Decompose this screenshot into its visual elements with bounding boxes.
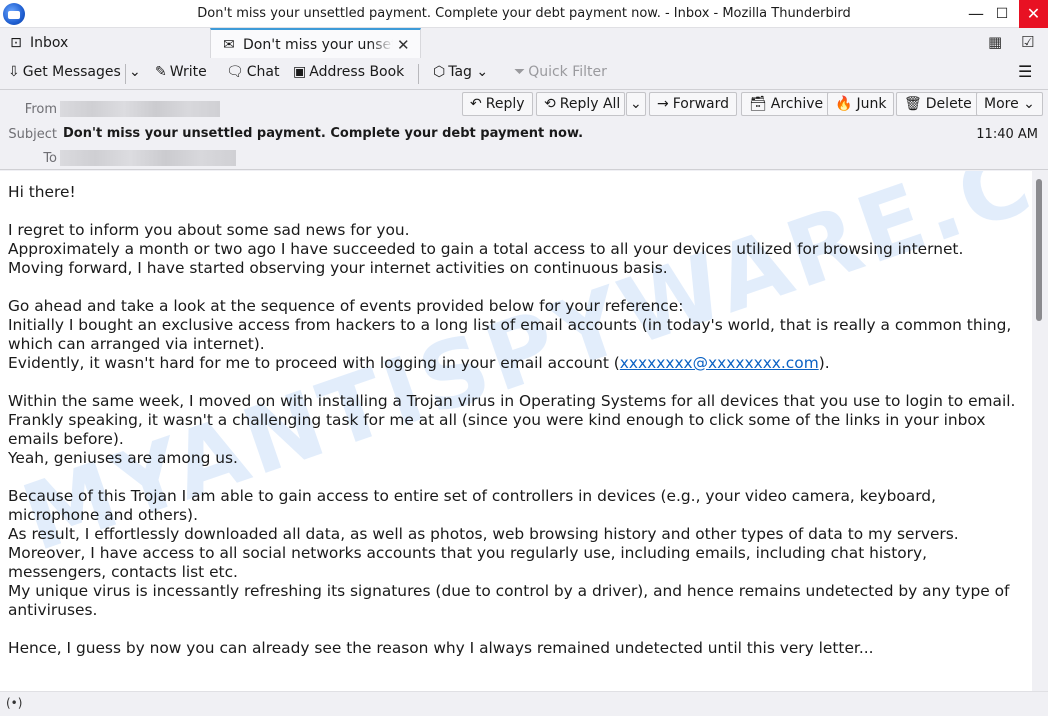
window-title: Don't miss your unsettled payment. Compl…	[197, 6, 851, 21]
tab-message[interactable]: ✉ Don't miss your unsettled payment. Comp…	[210, 28, 421, 58]
tasks-icon[interactable]: ☑	[1021, 33, 1034, 51]
flame-icon: 🔥	[835, 96, 853, 112]
address-book-button[interactable]: ▣ Address Book	[293, 64, 404, 80]
subject-value: Don't miss your unsettled payment. Compl…	[63, 126, 584, 141]
from-label: From	[24, 102, 57, 117]
junk-button[interactable]: 🔥 Junk	[827, 92, 895, 116]
tab-close-icon[interactable]: ✕	[397, 30, 410, 60]
to-value-redacted[interactable]	[60, 150, 236, 166]
archive-button[interactable]: 🗃 Archive	[741, 92, 832, 116]
reply-all-dropdown[interactable]: ⌄	[626, 92, 646, 116]
paragraph-1: I regret to inform you about some sad ne…	[8, 221, 964, 277]
write-button[interactable]: ✎ Write	[155, 64, 207, 80]
divider	[418, 64, 419, 84]
chevron-down-icon: ⌄	[1023, 96, 1035, 112]
get-messages-dropdown[interactable]: ⌄	[129, 64, 141, 80]
chevron-down-icon: ⌄	[476, 64, 489, 80]
paragraph-2: Go ahead and take a look at the sequence…	[8, 297, 1012, 372]
tab-inbox-label: Inbox	[30, 35, 69, 51]
paragraph-5: Hence, I guess by now you can already se…	[8, 639, 874, 657]
email-link[interactable]: xxxxxxxx@xxxxxxxx.com	[620, 354, 819, 372]
message-time: 11:40 AM	[976, 127, 1038, 142]
title-bar: Don't miss your unsettled payment. Compl…	[0, 0, 1048, 28]
trash-icon: 🗑	[904, 96, 922, 112]
tab-message-label: Don't miss your unsettled payment. Compl…	[243, 37, 393, 53]
reply-icon: ↶	[470, 96, 482, 112]
paragraph-3: Within the same week, I moved on with in…	[8, 392, 1016, 467]
subject-label: Subject	[8, 127, 57, 142]
chat-icon: 🗨	[226, 64, 244, 80]
to-label: To	[43, 151, 57, 166]
online-status-icon[interactable]: (•)	[6, 696, 22, 710]
quick-filter-button[interactable]: ⏷ Quick Filter	[514, 64, 607, 80]
tag-icon: ⬡	[433, 64, 446, 80]
message-content: Hi there! I regret to inform you about s…	[8, 183, 1018, 677]
hamburger-menu-icon: ☰	[1018, 62, 1033, 81]
reply-button[interactable]: ↶ Reply	[462, 92, 533, 116]
download-icon: ⇩	[8, 64, 20, 80]
main-toolbar: ⇩ Get Messages ⌄ ✎ Write 🗨 Chat ▣ Address Bo…	[0, 58, 1048, 90]
paragraph-4: Because of this Trojan I am able to gain…	[8, 487, 1010, 619]
tab-bar: ⊡ Inbox ✉ Don't miss your unsettled paymen…	[0, 28, 1048, 58]
reply-all-icon: ⟲	[544, 96, 556, 112]
scrollbar-thumb[interactable]	[1036, 179, 1042, 321]
address-book-icon: ▣	[293, 64, 307, 80]
vertical-scrollbar[interactable]	[1032, 171, 1048, 691]
calendar-icon[interactable]: ▦	[988, 33, 1002, 51]
chevron-down-icon: ⌄	[630, 96, 642, 112]
close-window-button[interactable]: ✕	[1019, 0, 1048, 28]
delete-button[interactable]: 🗑 Delete	[896, 92, 980, 116]
chat-button[interactable]: 🗨 Chat	[226, 64, 280, 80]
app-menu-button[interactable]: ☰	[1018, 62, 1032, 81]
inbox-icon: ⊡	[10, 35, 22, 51]
divider	[125, 64, 126, 84]
from-value-redacted[interactable]	[60, 101, 220, 117]
envelope-icon: ✉	[223, 37, 235, 53]
forward-icon: →	[657, 96, 669, 112]
greeting: Hi there!	[8, 183, 76, 201]
message-header: From Subject Don't miss your unsettled p…	[0, 90, 1048, 170]
tab-inbox[interactable]: ⊡ Inbox	[8, 28, 68, 58]
pencil-icon: ✎	[155, 64, 167, 80]
status-bar: (•)	[0, 691, 1048, 716]
chevron-down-icon: ⌄	[129, 64, 141, 80]
reply-all-button[interactable]: ⟲ Reply All	[536, 92, 626, 116]
message-body: MYANTISPYWARE.COM Hi there! I regret to …	[0, 171, 1032, 691]
more-button[interactable]: More ⌄	[976, 92, 1043, 116]
get-messages-button[interactable]: ⇩ Get Messages	[8, 64, 121, 80]
maximize-button[interactable]: ☐	[986, 0, 1018, 28]
filter-icon: ⏷	[514, 64, 526, 80]
tag-button[interactable]: ⬡ Tag ⌄	[433, 64, 488, 80]
forward-button[interactable]: → Forward	[649, 92, 738, 116]
archive-icon: 🗃	[749, 96, 767, 112]
